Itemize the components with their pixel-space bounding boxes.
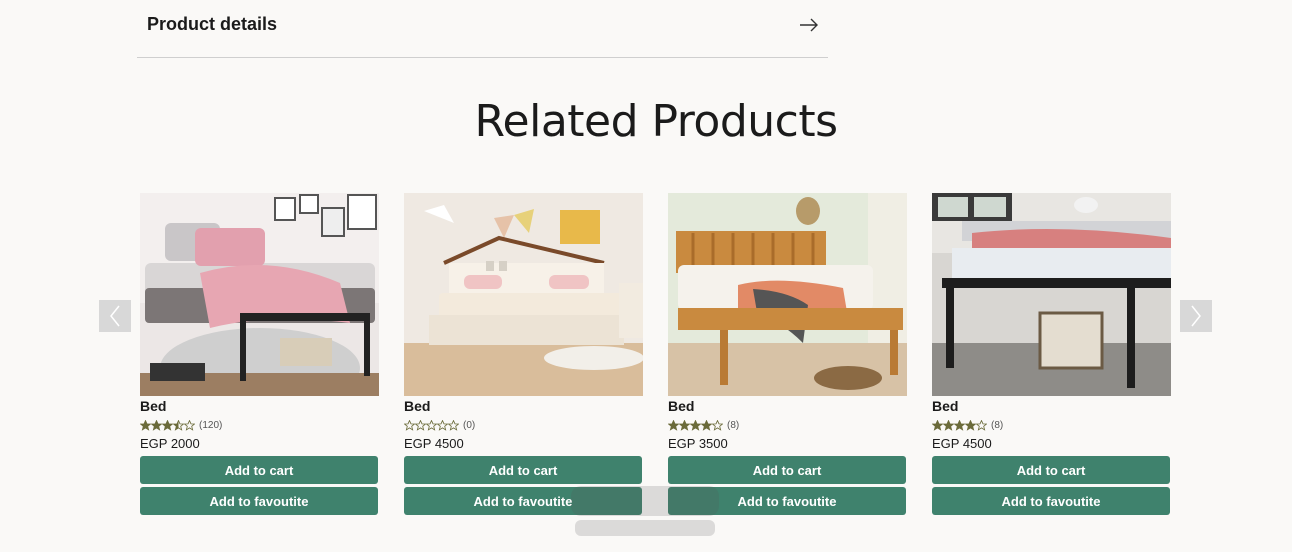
product-image[interactable] [140, 193, 379, 396]
review-count: (8) [991, 419, 1004, 431]
star-icon [151, 419, 162, 431]
star-rating: (120) [140, 417, 379, 433]
review-count: (120) [199, 419, 223, 431]
chevron-right-icon [1191, 305, 1201, 327]
add-to-cart-button[interactable]: Add to cart [404, 456, 642, 484]
star-icon [404, 419, 415, 431]
product-name[interactable]: Bed [932, 397, 1171, 415]
product-details-row[interactable]: Product details [137, 0, 828, 58]
review-count: (8) [727, 419, 740, 431]
product-details-label: Product details [147, 14, 278, 34]
product-card[interactable]: Bed (0) EGP 4500 Add to cart Add to favo… [404, 193, 643, 515]
product-card[interactable]: Bed (8) EGP 4500 Add to cart Add to favo… [932, 193, 1171, 515]
star-icon [173, 419, 184, 431]
star-rating: (8) [668, 417, 907, 433]
add-to-favourite-button[interactable]: Add to favoutite [404, 487, 642, 515]
product-card[interactable]: Bed (8) EGP 3500 Add to cart Add to favo… [668, 193, 907, 515]
star-icon [943, 419, 954, 431]
product-image[interactable] [404, 193, 643, 396]
star-icon [448, 419, 459, 431]
star-icon [437, 419, 448, 431]
arrow-right-icon[interactable] [798, 17, 820, 33]
star-icon [690, 419, 701, 431]
star-rating: (0) [404, 417, 643, 433]
star-icon [679, 419, 690, 431]
add-to-favourite-button[interactable]: Add to favoutite [932, 487, 1170, 515]
product-name[interactable]: Bed [404, 397, 643, 415]
star-icon [712, 419, 723, 431]
product-card[interactable]: Bed (120) EGP 2000 Add to cart Add to fa… [140, 193, 379, 515]
product-name[interactable]: Bed [140, 397, 379, 415]
star-icon [954, 419, 965, 431]
add-to-cart-button[interactable]: Add to cart [668, 456, 906, 484]
product-price: EGP 4500 [932, 436, 992, 451]
add-to-favourite-button[interactable]: Add to favoutite [140, 487, 378, 515]
product-image[interactable] [668, 193, 907, 396]
product-name[interactable]: Bed [668, 397, 907, 415]
star-rating: (8) [932, 417, 1171, 433]
chevron-left-icon [110, 305, 120, 327]
star-icon [162, 419, 173, 431]
add-to-cart-button[interactable]: Add to cart [140, 456, 378, 484]
add-to-cart-button[interactable]: Add to cart [932, 456, 1170, 484]
product-price: EGP 4500 [404, 436, 464, 451]
star-icon [426, 419, 437, 431]
star-icon [415, 419, 426, 431]
star-icon [965, 419, 976, 431]
product-image[interactable] [932, 193, 1171, 396]
product-price: EGP 3500 [668, 436, 728, 451]
review-count: (0) [463, 419, 476, 431]
star-icon [701, 419, 712, 431]
product-price: EGP 2000 [140, 436, 200, 451]
star-icon [976, 419, 987, 431]
star-icon [932, 419, 943, 431]
star-icon [668, 419, 679, 431]
section-title: Related Products [474, 96, 838, 147]
add-to-favourite-button[interactable]: Add to favoutite [668, 487, 906, 515]
carousel-next-button[interactable] [1180, 300, 1212, 332]
carousel-prev-button[interactable] [99, 300, 131, 332]
star-icon [184, 419, 195, 431]
star-icon [140, 419, 151, 431]
